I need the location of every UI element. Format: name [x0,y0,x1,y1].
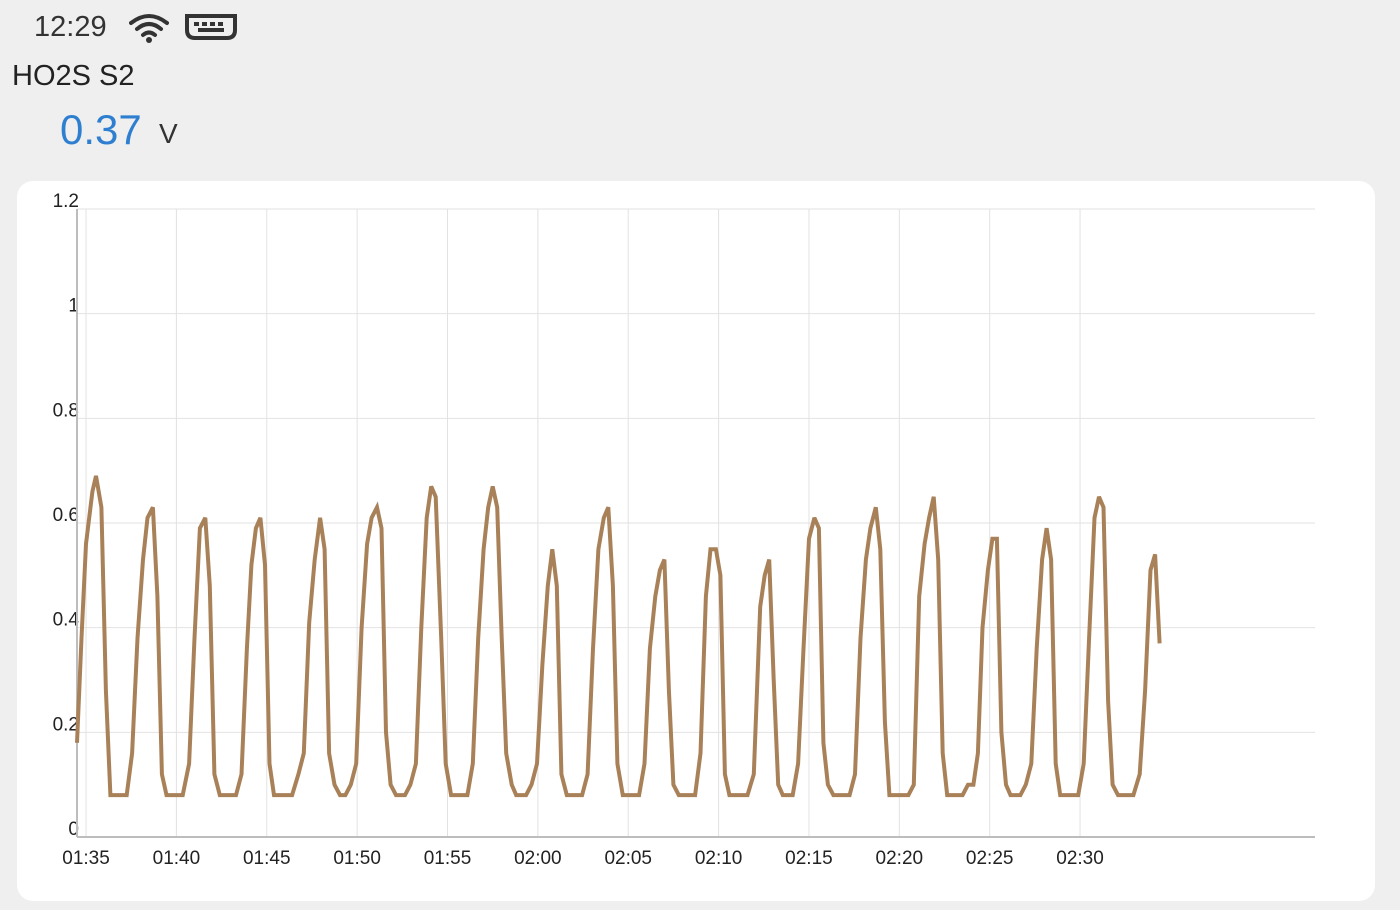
voltage-series-line [75,475,1162,798]
sensor-unit: V [159,118,178,149]
status-time: 12:29 [34,11,107,43]
chart-card: 0 0.2 0.4 0.6 0.8 1 1.2 01:35 01:40 01:45 01:50 01:… [17,181,1375,901]
voltage-line-chart: 00.20.40.60.811.201:35 01:40 01:45 01:50 01:… [53,191,1315,869]
sensor-value: 0.37 [60,106,142,153]
y-tick-label: 0.4 [53,610,80,631]
y-tick-label: 0.6 [53,505,79,526]
x-tick-label: 02:30 [1056,848,1104,869]
wifi-icon [129,14,169,43]
x-tick-label: 02:10 [695,848,743,869]
x-tick-label: 02:05 [604,848,652,869]
x-tick-label: 01:40 [153,848,201,869]
x-tick-label: 02:00 [514,848,562,869]
y-tick-label: 0.8 [53,400,79,421]
y-tick-label: 1.2 [53,191,79,212]
x-tick-label: 01:50 [333,848,381,869]
x-tick-label: 02:15 [785,848,833,869]
x-tick-label: 01:55 [424,848,472,869]
x-tick-label: 02:20 [876,848,924,869]
x-tick-label: 01:35 [62,848,110,869]
keyboard-icon [185,14,237,40]
sensor-name: HO2S S2 [12,60,135,92]
y-tick-label: 0.2 [53,714,79,735]
status-bar: 12:29 [0,0,1400,56]
x-tick-label: 01:45 [243,848,291,869]
x-tick-label: 02:25 [966,848,1014,869]
